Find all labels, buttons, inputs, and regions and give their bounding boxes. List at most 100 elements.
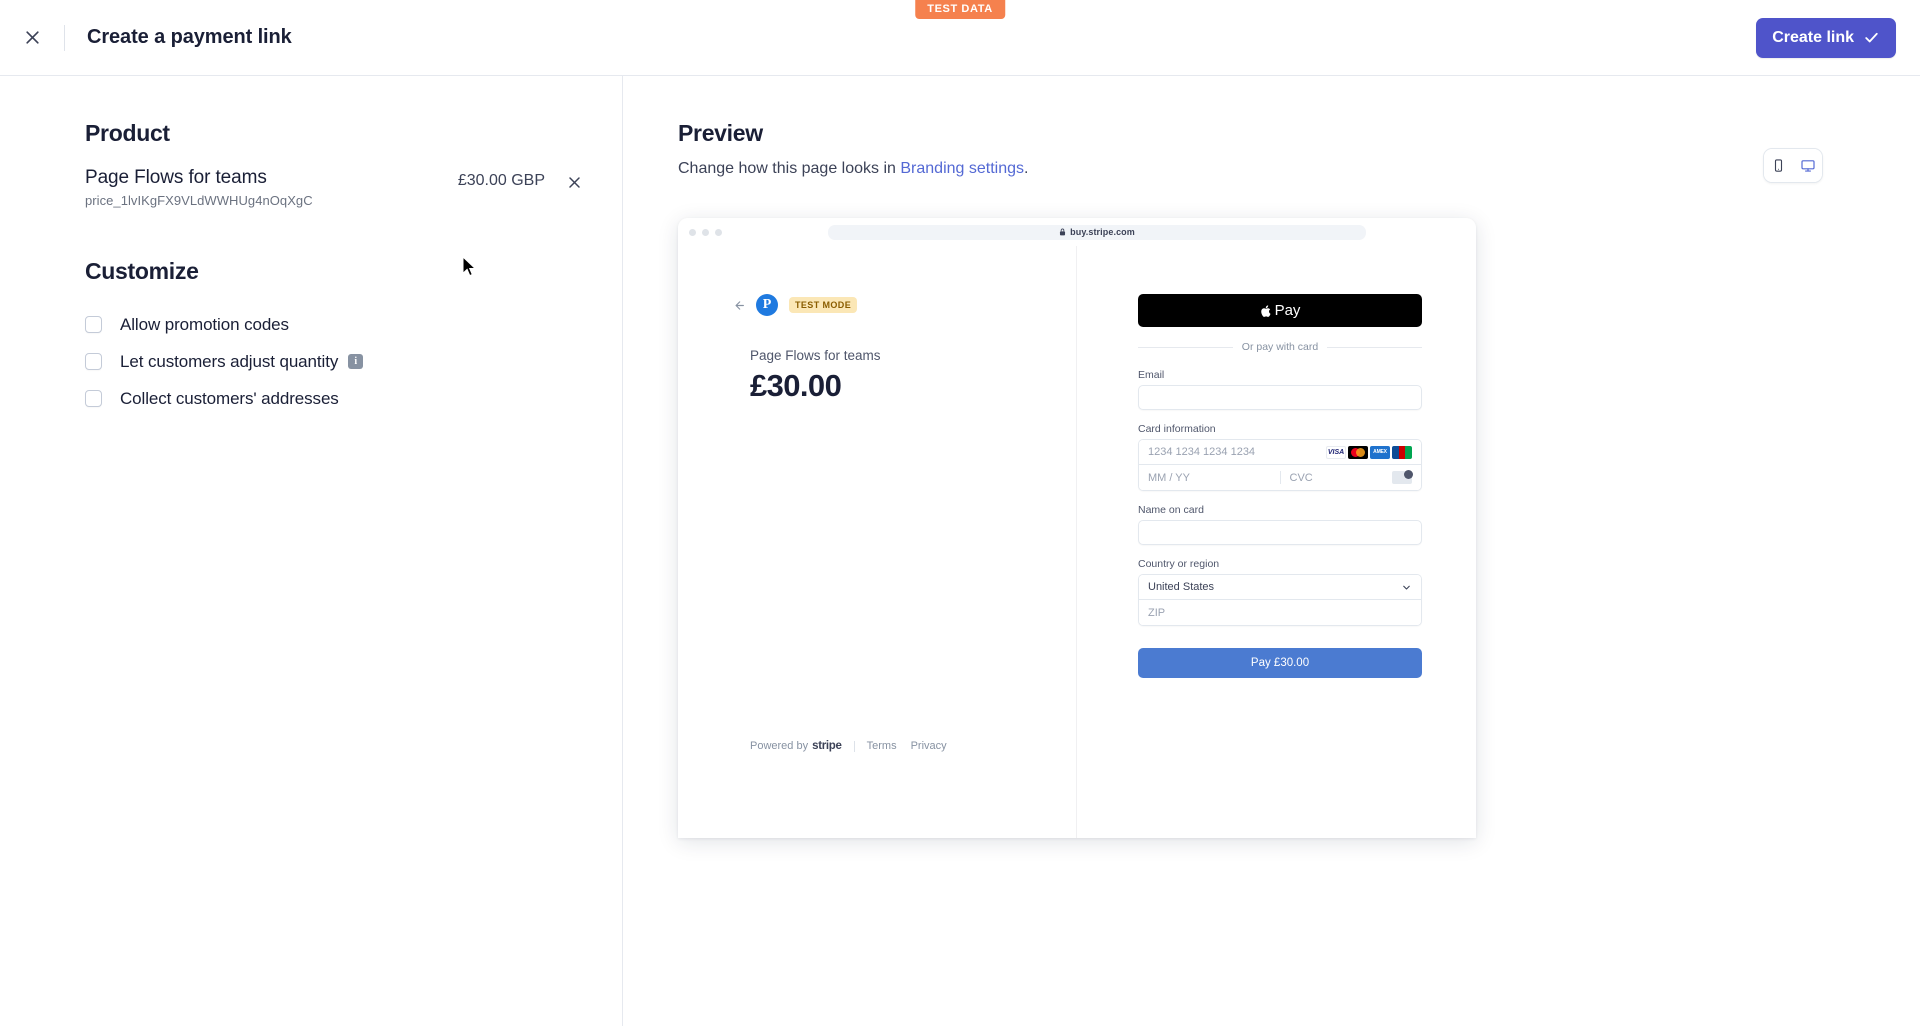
or-pay-with-card-label: Or pay with card bbox=[1241, 341, 1319, 353]
device-toggle bbox=[1763, 148, 1823, 183]
merchant-row: P TEST MODE bbox=[732, 294, 1076, 316]
zip-placeholder: ZIP bbox=[1148, 606, 1166, 619]
browser-chrome: buy.stripe.com bbox=[678, 218, 1476, 246]
email-field-group: Email bbox=[1138, 369, 1422, 410]
customize-options: Allow promotion codes Let customers adju… bbox=[85, 306, 622, 417]
email-label: Email bbox=[1138, 369, 1165, 381]
product-row: Page Flows for teams price_1lvIKgFX9VLdW… bbox=[85, 167, 585, 208]
preview-subtitle: Change how this page looks in Branding s… bbox=[678, 160, 1920, 178]
zip-input[interactable]: ZIP bbox=[1139, 600, 1421, 625]
branding-settings-link[interactable]: Branding settings bbox=[900, 160, 1024, 177]
product-price-id: price_1lvIKgFX9VLdWWHUg4nOqXgC bbox=[85, 193, 313, 208]
name-on-card-input[interactable] bbox=[1138, 520, 1422, 545]
cvc-hint-icon bbox=[1392, 470, 1413, 484]
product-name: Page Flows for teams bbox=[85, 167, 267, 188]
window-controls bbox=[689, 228, 722, 236]
body: Product Page Flows for teams price_1lvIK… bbox=[0, 76, 1920, 1026]
card-expiry-placeholder: MM / YY bbox=[1148, 471, 1190, 484]
checkout-form: Pay Or pay with card Email Card informat… bbox=[1077, 246, 1476, 838]
card-cvc-input[interactable]: CVC bbox=[1279, 470, 1422, 484]
back-arrow-icon[interactable] bbox=[732, 299, 745, 312]
apple-icon bbox=[1260, 304, 1272, 318]
amex-icon: AMEX bbox=[1370, 445, 1390, 459]
info-icon[interactable]: i bbox=[348, 354, 364, 369]
checkbox-adjust-quantity[interactable] bbox=[85, 353, 102, 370]
card-number-placeholder: 1234 1234 1234 1234 bbox=[1148, 446, 1256, 458]
mastercard-icon bbox=[1348, 445, 1368, 459]
country-field-group: Country or region United States ZIP bbox=[1138, 558, 1422, 626]
test-mode-badge: TEST MODE bbox=[789, 297, 858, 313]
preview-pane: Preview Change how this page looks in Br… bbox=[623, 76, 1920, 1026]
product-price: £30.00 GBP bbox=[457, 172, 545, 189]
jcb-icon bbox=[1392, 445, 1412, 459]
card-field-group: Card information 1234 1234 1234 1234 VIS… bbox=[1138, 423, 1422, 491]
option-label: Allow promotion codes bbox=[120, 314, 289, 334]
product-heading: Product bbox=[85, 120, 170, 146]
browser-url-bar: buy.stripe.com bbox=[828, 224, 1366, 240]
country-zip-stack: United States ZIP bbox=[1138, 574, 1422, 626]
page-title: Create a payment link bbox=[87, 26, 292, 48]
lock-icon bbox=[1059, 228, 1066, 236]
preview-header: Preview Change how this page looks in Br… bbox=[623, 120, 1920, 178]
apple-pay-button[interactable]: Pay bbox=[1138, 294, 1422, 327]
checkbox-collect-addresses[interactable] bbox=[85, 390, 102, 407]
email-input[interactable] bbox=[1138, 385, 1422, 410]
chevron-down-icon bbox=[1401, 582, 1412, 593]
country-label: Country or region bbox=[1138, 558, 1220, 570]
merchant-logo: P bbox=[756, 294, 778, 316]
option-collect-addresses[interactable]: Collect customers' addresses bbox=[85, 380, 622, 417]
checkout-amount: £30.00 bbox=[750, 368, 842, 403]
check-icon bbox=[1863, 29, 1880, 46]
card-number-input[interactable]: 1234 1234 1234 1234 VISA AMEX bbox=[1139, 440, 1421, 465]
or-divider: Or pay with card bbox=[1138, 341, 1423, 353]
window-dot-minimize bbox=[702, 228, 709, 236]
country-select[interactable]: United States bbox=[1139, 575, 1421, 600]
pay-button[interactable]: Pay £30.00 bbox=[1138, 648, 1422, 678]
terms-link[interactable]: Terms bbox=[867, 740, 897, 752]
card-expiry-cvc-row: MM / YY CVC bbox=[1139, 465, 1421, 490]
mobile-view-button[interactable] bbox=[1764, 149, 1793, 182]
mobile-icon bbox=[1771, 158, 1786, 173]
close-icon[interactable] bbox=[14, 20, 50, 56]
checkbox-allow-promotion-codes[interactable] bbox=[85, 316, 102, 333]
footer-divider bbox=[853, 740, 855, 752]
checkout-product-name: Page Flows for teams bbox=[750, 348, 881, 363]
card-input-stack: 1234 1234 1234 1234 VISA AMEX MM / YY CV… bbox=[1138, 439, 1422, 491]
remove-product-icon[interactable] bbox=[563, 171, 585, 193]
checkout-preview-browser: buy.stripe.com P TEST MODE Page Flows fo… bbox=[678, 218, 1476, 838]
create-link-button[interactable]: Create link bbox=[1756, 17, 1896, 58]
card-brand-icons: VISA AMEX bbox=[1326, 445, 1412, 459]
preview-subtitle-prefix: Change how this page looks in bbox=[678, 160, 901, 177]
checkout-summary: P TEST MODE Page Flows for teams £30.00 … bbox=[678, 246, 1077, 838]
preview-title: Preview bbox=[678, 120, 763, 146]
configuration-pane: Product Page Flows for teams price_1lvIK… bbox=[0, 76, 623, 1026]
stripe-wordmark: stripe bbox=[812, 740, 842, 752]
preview-subtitle-suffix: . bbox=[1024, 160, 1029, 177]
browser-url-text: buy.stripe.com bbox=[1070, 227, 1135, 237]
option-adjust-quantity[interactable]: Let customers adjust quantity i bbox=[85, 343, 622, 380]
card-information-label: Card information bbox=[1138, 423, 1216, 435]
powered-by: Powered by stripe bbox=[750, 740, 842, 752]
customize-heading: Customize bbox=[85, 258, 199, 284]
name-on-card-label: Name on card bbox=[1138, 504, 1204, 516]
option-label: Let customers adjust quantity bbox=[120, 351, 339, 371]
checkout-page: P TEST MODE Page Flows for teams £30.00 … bbox=[678, 246, 1476, 838]
product-info: Page Flows for teams price_1lvIKgFX9VLdW… bbox=[85, 167, 458, 208]
card-expiry-input[interactable]: MM / YY bbox=[1139, 472, 1280, 484]
powered-by-label: Powered by bbox=[750, 740, 809, 752]
privacy-link[interactable]: Privacy bbox=[911, 740, 947, 752]
desktop-view-button[interactable] bbox=[1793, 149, 1822, 182]
option-allow-promotion-codes[interactable]: Allow promotion codes bbox=[85, 306, 622, 343]
apple-pay-label: Pay bbox=[1274, 302, 1301, 319]
window-dot-maximize bbox=[715, 228, 722, 236]
checkout-footer: Powered by stripe Terms Privacy bbox=[750, 740, 947, 752]
topbar-divider bbox=[64, 24, 65, 51]
country-value: United States bbox=[1148, 581, 1215, 593]
option-label: Collect customers' addresses bbox=[120, 388, 339, 408]
name-field-group: Name on card bbox=[1138, 504, 1422, 545]
desktop-icon bbox=[1800, 158, 1816, 174]
card-cvc-placeholder: CVC bbox=[1289, 471, 1313, 484]
visa-icon: VISA bbox=[1326, 445, 1346, 459]
test-data-ribbon: TEST DATA bbox=[915, 0, 1005, 19]
window-dot-close bbox=[689, 228, 696, 236]
